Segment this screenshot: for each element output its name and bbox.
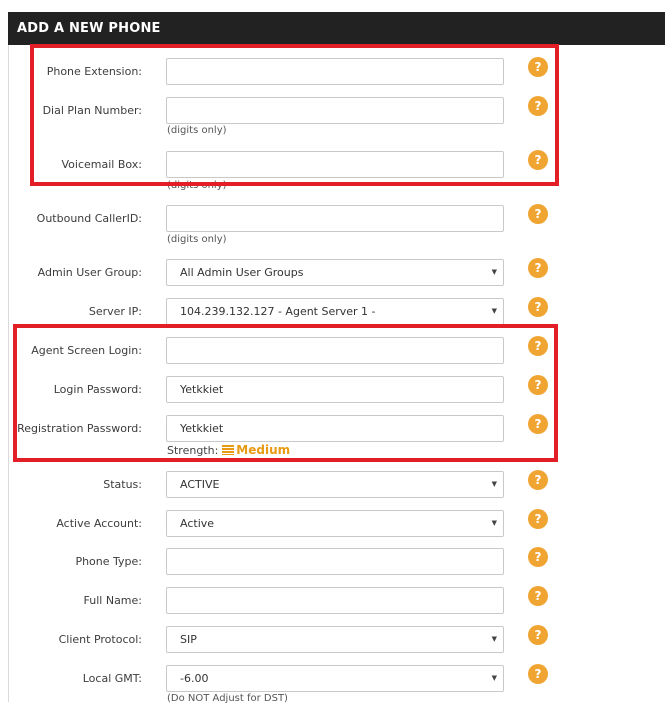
- strength-bars-icon: [222, 445, 235, 455]
- caret-down-icon: ▼: [491, 307, 497, 315]
- phone-type-input[interactable]: [166, 548, 504, 575]
- client-protocol-value: SIP: [180, 633, 197, 646]
- dial-plan-number-hint: (digits only): [167, 125, 227, 136]
- help-icon[interactable]: ?: [528, 586, 548, 606]
- caret-down-icon: ▼: [491, 480, 497, 488]
- local-gmt-label: Local GMT:: [82, 672, 142, 685]
- outbound-callerid-input[interactable]: [166, 205, 504, 232]
- help-icon[interactable]: ?: [528, 258, 548, 278]
- server-ip-value: 104.239.132.127 - Agent Server 1 -: [180, 305, 376, 318]
- voicemail-box-hint: (digits only): [167, 180, 227, 191]
- help-icon[interactable]: ?: [528, 664, 548, 684]
- admin-user-group-select[interactable]: All Admin User Groups ▼: [166, 259, 504, 286]
- login-password-label: Login Password:: [53, 383, 142, 396]
- help-icon[interactable]: ?: [528, 509, 548, 529]
- voicemail-box-label: Voicemail Box:: [61, 158, 143, 171]
- row-voicemail-box: Voicemail Box: ?: [0, 150, 665, 179]
- help-icon[interactable]: ?: [528, 414, 548, 434]
- login-password-input[interactable]: [166, 376, 504, 403]
- active-account-value: Active: [180, 517, 215, 530]
- outbound-callerid-hint: (digits only): [167, 234, 227, 245]
- row-active-account: Active Account: Active ▼ ?: [0, 509, 665, 538]
- row-dial-plan-number: Dial Plan Number: ?: [0, 96, 665, 125]
- form-header: ADD A NEW PHONE: [8, 12, 665, 45]
- client-protocol-label: Client Protocol:: [58, 633, 142, 646]
- server-ip-label: Server IP:: [88, 305, 142, 318]
- status-label: Status:: [103, 478, 142, 491]
- row-local-gmt: Local GMT: -6.00 ▼ ?: [0, 664, 665, 693]
- caret-down-icon: ▼: [491, 635, 497, 643]
- agent-screen-login-label: Agent Screen Login:: [31, 344, 142, 357]
- help-icon[interactable]: ?: [528, 57, 548, 77]
- caret-down-icon: ▼: [491, 268, 497, 276]
- help-icon[interactable]: ?: [528, 150, 548, 170]
- full-name-label: Full Name:: [83, 594, 142, 607]
- row-admin-user-group: Admin User Group: All Admin User Groups …: [0, 258, 665, 287]
- active-account-label: Active Account:: [56, 517, 142, 530]
- help-icon[interactable]: ?: [528, 375, 548, 395]
- admin-user-group-label: Admin User Group:: [37, 266, 142, 279]
- local-gmt-value: -6.00: [180, 672, 209, 685]
- status-value: ACTIVE: [180, 478, 220, 491]
- row-login-password: Login Password: ?: [0, 375, 665, 404]
- dial-plan-number-input[interactable]: [166, 97, 504, 124]
- row-server-ip: Server IP: 104.239.132.127 - Agent Serve…: [0, 297, 665, 326]
- row-client-protocol: Client Protocol: SIP ▼ ?: [0, 625, 665, 654]
- registration-password-input[interactable]: [166, 415, 504, 442]
- row-registration-password: Registration Password: ?: [0, 414, 665, 443]
- strength-value: Medium: [236, 443, 291, 457]
- help-icon[interactable]: ?: [528, 625, 548, 645]
- row-full-name: Full Name: ?: [0, 586, 665, 615]
- caret-down-icon: ▼: [491, 674, 497, 682]
- full-name-input[interactable]: [166, 587, 504, 614]
- active-account-select[interactable]: Active ▼: [166, 510, 504, 537]
- phone-type-label: Phone Type:: [75, 555, 142, 568]
- password-strength: Strength: Medium: [167, 443, 290, 457]
- help-icon[interactable]: ?: [528, 204, 548, 224]
- help-icon[interactable]: ?: [528, 297, 548, 317]
- local-gmt-hint: (Do NOT Adjust for DST): [167, 693, 288, 704]
- help-icon[interactable]: ?: [528, 96, 548, 116]
- voicemail-box-input[interactable]: [166, 151, 504, 178]
- local-gmt-select[interactable]: -6.00 ▼: [166, 665, 504, 692]
- caret-down-icon: ▼: [491, 519, 497, 527]
- phone-extension-input[interactable]: [166, 58, 504, 85]
- dial-plan-number-label: Dial Plan Number:: [42, 104, 142, 117]
- outbound-callerid-label: Outbound CallerID:: [36, 212, 142, 225]
- row-status: Status: ACTIVE ▼ ?: [0, 470, 665, 499]
- admin-user-group-value: All Admin User Groups: [180, 266, 304, 279]
- phone-extension-label: Phone Extension:: [46, 65, 142, 78]
- strength-label: Strength:: [167, 444, 219, 457]
- help-icon[interactable]: ?: [528, 336, 548, 356]
- help-icon[interactable]: ?: [528, 470, 548, 490]
- server-ip-select[interactable]: 104.239.132.127 - Agent Server 1 - ▼: [166, 298, 504, 325]
- status-select[interactable]: ACTIVE ▼: [166, 471, 504, 498]
- row-phone-extension: Phone Extension: ?: [0, 57, 665, 86]
- row-agent-screen-login: Agent Screen Login: ?: [0, 336, 665, 365]
- row-phone-type: Phone Type: ?: [0, 547, 665, 576]
- client-protocol-select[interactable]: SIP ▼: [166, 626, 504, 653]
- row-outbound-callerid: Outbound CallerID: ?: [0, 204, 665, 233]
- agent-screen-login-input[interactable]: [166, 337, 504, 364]
- help-icon[interactable]: ?: [528, 547, 548, 567]
- registration-password-label: Registration Password:: [17, 422, 142, 435]
